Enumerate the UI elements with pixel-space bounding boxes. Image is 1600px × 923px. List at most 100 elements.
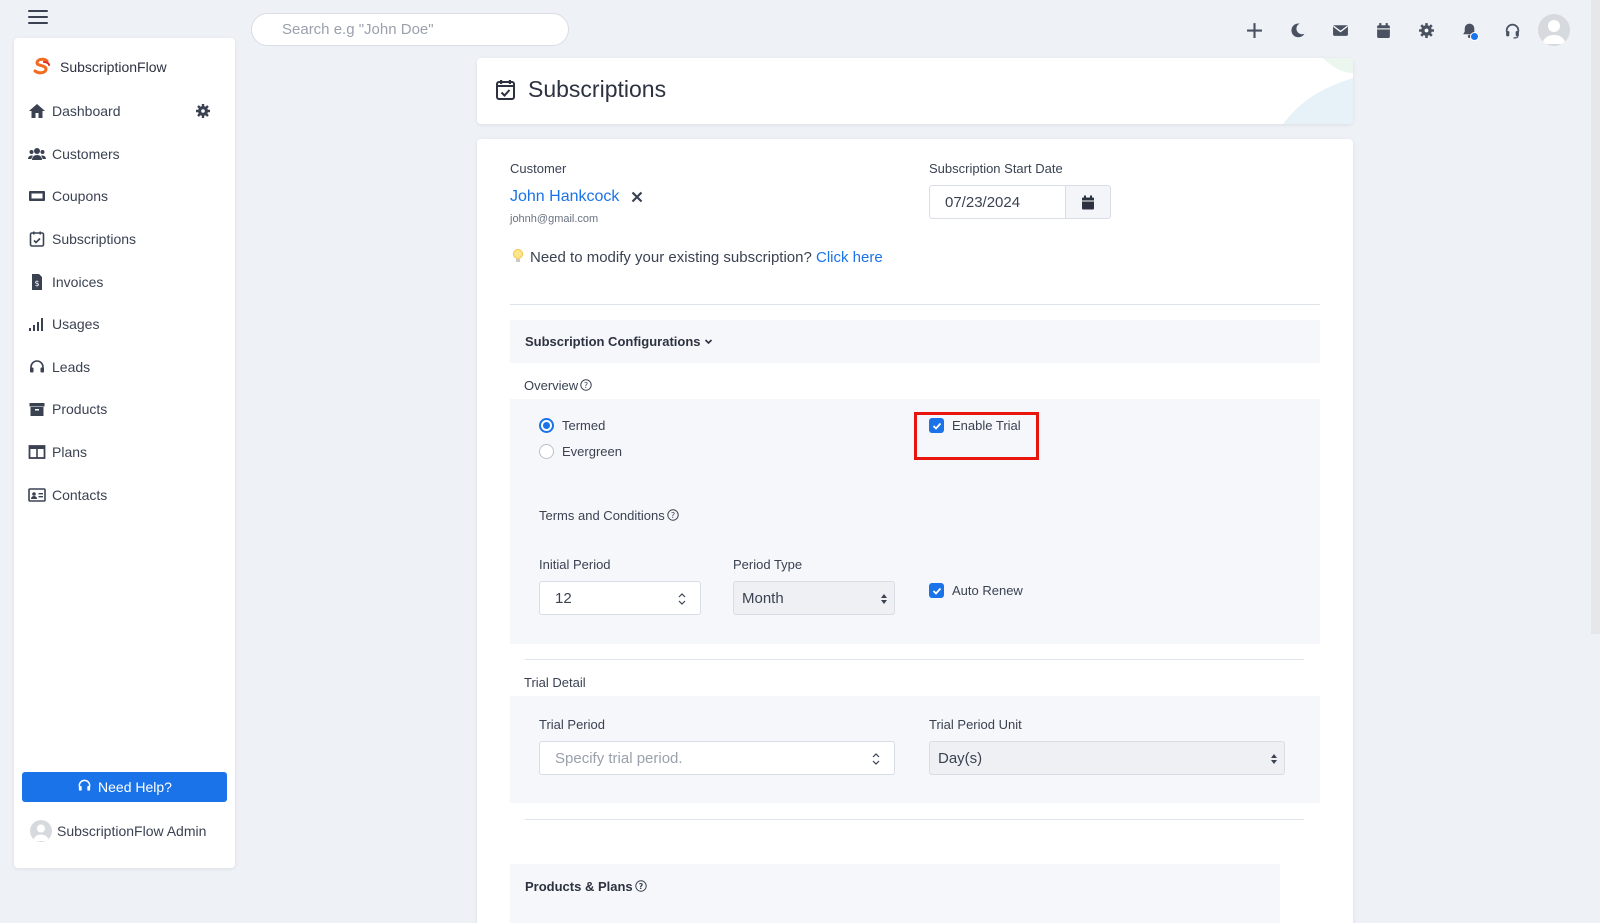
sidebar: SubscriptionFlow Dashboard Customers Cou… xyxy=(14,38,235,868)
config-title: Subscription Configurations xyxy=(525,334,701,349)
question-circle-icon[interactable]: ? xyxy=(667,509,679,521)
user-avatar[interactable] xyxy=(1538,14,1570,46)
sidebar-item-label: Plans xyxy=(52,444,88,461)
trial-unit-label: Trial Period Unit xyxy=(929,717,1022,732)
sidebar-item-label: Leads xyxy=(52,358,91,375)
menu-toggle-icon[interactable] xyxy=(28,10,48,26)
svg-text:$: $ xyxy=(34,279,39,288)
columns-icon xyxy=(28,444,46,460)
divider xyxy=(510,304,1320,305)
sidebar-item-contacts[interactable]: Contacts xyxy=(14,473,235,516)
config-toggle[interactable]: Subscription Configurations xyxy=(525,334,713,349)
select-arrows-icon xyxy=(881,594,887,604)
divider xyxy=(525,819,1304,820)
products-plans-title: Products & Plans? xyxy=(525,879,647,894)
hint-text: Need to modify your existing subscriptio… xyxy=(530,249,812,266)
sidebar-item-products[interactable]: Products xyxy=(14,388,235,431)
spinner-icon xyxy=(678,593,686,605)
initial-period-label: Initial Period xyxy=(539,557,611,572)
trial-detail-label: Trial Detail xyxy=(524,675,586,690)
divider xyxy=(525,659,1304,660)
subscription-config-header: Subscription Configurations xyxy=(510,320,1320,363)
subscription-form: Customer John Hankcock johnh@gmail.com N… xyxy=(477,139,1353,923)
enable-trial-highlight xyxy=(914,412,1039,460)
products-plans-header: Products & Plans? xyxy=(510,864,1280,923)
headset-icon[interactable] xyxy=(1491,14,1534,46)
radio-termed-indicator[interactable] xyxy=(539,418,554,433)
sidebar-item-usages[interactable]: Usages xyxy=(14,303,235,346)
trial-unit-value: Day(s) xyxy=(938,749,983,767)
overview-text: Overview xyxy=(524,378,579,393)
close-icon[interactable] xyxy=(630,190,644,204)
lightbulb-icon xyxy=(510,248,526,264)
sidebar-item-invoices[interactable]: $ Invoices xyxy=(14,260,235,303)
headset-icon xyxy=(28,359,46,375)
trial-period-input[interactable]: Specify trial period. xyxy=(539,741,895,775)
svg-text:?: ? xyxy=(671,511,675,520)
checkbox-checked-icon[interactable] xyxy=(929,583,944,598)
brand[interactable]: SubscriptionFlow xyxy=(30,56,167,78)
plus-icon[interactable] xyxy=(1233,14,1276,46)
moon-icon[interactable] xyxy=(1276,14,1319,46)
question-circle-icon[interactable]: ? xyxy=(634,880,647,892)
need-help-button[interactable]: Need Help? xyxy=(22,772,227,802)
sidebar-item-coupons[interactable]: Coupons xyxy=(14,175,235,218)
radio-termed-label: Termed xyxy=(562,418,606,433)
brand-logo-icon xyxy=(30,56,52,78)
products-plans-text: Products & Plans xyxy=(525,879,633,894)
period-type-select[interactable]: Month xyxy=(733,581,895,615)
home-icon xyxy=(28,103,46,119)
initial-period-value: 12 xyxy=(555,589,572,607)
sidebar-item-dashboard[interactable]: Dashboard xyxy=(14,90,235,133)
terms-text: Terms and Conditions xyxy=(539,508,665,523)
search-input[interactable] xyxy=(251,13,569,46)
radio-termed[interactable]: Termed xyxy=(539,418,605,433)
customer-label: Customer xyxy=(510,161,567,176)
sidebar-item-plans[interactable]: Plans xyxy=(14,431,235,474)
bell-icon[interactable] xyxy=(1448,14,1491,46)
brand-name: SubscriptionFlow xyxy=(60,59,167,75)
select-arrows-icon xyxy=(1271,754,1277,764)
period-type-value: Month xyxy=(742,589,784,607)
customer-name-link[interactable]: John Hankcock xyxy=(510,188,619,206)
sidebar-item-customers[interactable]: Customers xyxy=(14,133,235,176)
sidebar-item-subscriptions[interactable]: Subscriptions xyxy=(14,218,235,261)
calendar-icon[interactable] xyxy=(1362,14,1405,46)
invoice-icon: $ xyxy=(28,273,46,290)
trial-unit-select[interactable]: Day(s) xyxy=(929,741,1285,775)
sidebar-item-label: Customers xyxy=(52,145,120,162)
admin-name: SubscriptionFlow Admin xyxy=(57,823,207,839)
calendar-check-icon xyxy=(28,231,46,247)
archive-icon xyxy=(28,401,46,417)
question-circle-icon[interactable]: ? xyxy=(580,379,592,391)
start-date-input[interactable] xyxy=(929,185,1065,219)
start-date-label: Subscription Start Date xyxy=(929,161,1063,176)
gear-icon[interactable] xyxy=(1405,14,1448,46)
signal-icon xyxy=(28,316,46,332)
customer-email: johnh@gmail.com xyxy=(510,213,599,225)
sidebar-item-label: Subscriptions xyxy=(52,231,137,248)
click-here-link[interactable]: Click here xyxy=(816,249,883,266)
initial-period-input[interactable]: 12 xyxy=(539,581,701,615)
calendar-check-icon xyxy=(495,79,516,101)
dashboard-settings-gear-icon[interactable] xyxy=(195,103,211,119)
calendar-picker-button[interactable] xyxy=(1065,185,1111,219)
radio-evergreen-indicator[interactable] xyxy=(539,444,554,459)
header-decoration xyxy=(1283,58,1353,124)
start-date-group xyxy=(929,185,1111,219)
trial-period-label: Trial Period xyxy=(539,717,605,732)
modify-subscription-hint: Need to modify your existing subscriptio… xyxy=(510,246,890,269)
sidebar-item-leads[interactable]: Leads xyxy=(14,346,235,389)
page-scrollbar[interactable] xyxy=(1591,0,1600,634)
headset-icon xyxy=(77,778,92,796)
spinner-icon xyxy=(872,753,880,765)
sidebar-item-label: Invoices xyxy=(52,273,104,290)
trial-period-placeholder: Specify trial period. xyxy=(555,749,683,767)
radio-evergreen[interactable]: Evergreen xyxy=(539,444,622,459)
envelope-icon[interactable] xyxy=(1319,14,1362,46)
chevron-down-icon xyxy=(704,334,713,345)
sidebar-item-label: Products xyxy=(52,401,108,418)
terms-label: Terms and Conditions? xyxy=(539,508,679,523)
admin-profile[interactable]: SubscriptionFlow Admin xyxy=(30,820,206,842)
auto-renew-checkbox[interactable]: Auto Renew xyxy=(929,583,1023,598)
